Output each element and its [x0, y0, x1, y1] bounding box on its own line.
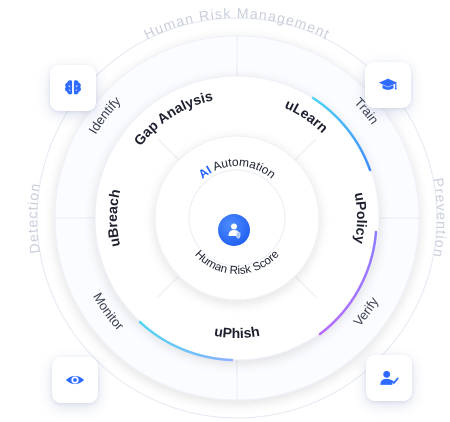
eye-icon [65, 375, 85, 385]
graduation-cap-icon-card[interactable] [365, 62, 411, 108]
product-uphish[interactable]: uPhish [213, 323, 260, 341]
user-check-icon [380, 370, 399, 385]
eye-icon-card[interactable] [52, 357, 98, 403]
brain-icon [65, 80, 81, 95]
user-check-icon-card[interactable] [366, 355, 412, 401]
graduation-cap-icon [378, 78, 398, 90]
brain-icon-card[interactable] [50, 65, 96, 111]
hrm-diagram: Human Risk Management Detection Preventi… [0, 0, 450, 422]
